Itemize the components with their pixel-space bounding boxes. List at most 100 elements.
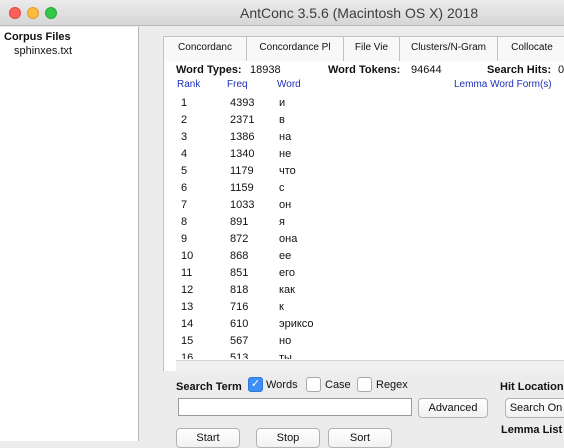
- title-bar: AntConc 3.5.6 (Macintosh OS X) 2018: [0, 0, 564, 26]
- tab-concordance-plot[interactable]: Concordance Pl: [247, 37, 344, 62]
- rank-cell: 7: [181, 199, 188, 211]
- word-cell: я: [279, 216, 285, 228]
- word-cell: с: [279, 182, 285, 194]
- table-row[interactable]: 10 868 ее: [176, 248, 564, 265]
- regex-checkbox[interactable]: [357, 377, 372, 392]
- table-row[interactable]: 4 1340 не: [176, 146, 564, 163]
- checkmark-icon: ✓: [250, 378, 261, 390]
- freq-cell: 868: [230, 250, 249, 262]
- word-cell: эриксо: [279, 318, 314, 330]
- table-row[interactable]: 1 4393 и: [176, 95, 564, 112]
- column-header-word[interactable]: Word: [277, 79, 301, 90]
- word-cell: ее: [279, 250, 292, 262]
- rank-cell: 14: [181, 318, 194, 330]
- tab-concordance[interactable]: Concordanc: [164, 37, 247, 62]
- word-cell: его: [279, 267, 296, 279]
- case-checkbox-label: Case: [325, 379, 351, 391]
- corpus-file-item[interactable]: sphinxes.txt: [14, 45, 72, 57]
- table-row[interactable]: 6 1159 с: [176, 180, 564, 197]
- rank-cell: 15: [181, 335, 194, 347]
- window-title: AntConc 3.5.6 (Macintosh OS X) 2018: [240, 5, 479, 21]
- freq-cell: 1033: [230, 199, 255, 211]
- rank-cell: 1: [181, 97, 188, 109]
- corpus-files-header: Corpus Files: [4, 31, 71, 43]
- rank-cell: 11: [181, 267, 193, 279]
- table-row[interactable]: 3 1386 на: [176, 129, 564, 146]
- table-row[interactable]: 13 716 к: [176, 299, 564, 316]
- table-row[interactable]: 7 1033 он: [176, 197, 564, 214]
- freq-cell: 610: [230, 318, 249, 330]
- word-cell: ты: [279, 352, 292, 359]
- sort-button[interactable]: Sort: [328, 428, 392, 448]
- column-header-rank[interactable]: Rank: [177, 79, 200, 90]
- column-header-lemma[interactable]: Lemma Word Form(s): [454, 79, 552, 90]
- freq-cell: 567: [230, 335, 249, 347]
- word-types-label: Word Types:: [176, 64, 242, 76]
- table-row[interactable]: 2 2371 в: [176, 112, 564, 129]
- table-row[interactable]: 9 872 она: [176, 231, 564, 248]
- table-row[interactable]: 14 610 эриксо: [176, 316, 564, 333]
- zoom-window-button[interactable]: [45, 7, 57, 19]
- rank-cell: 5: [181, 165, 188, 177]
- freq-cell: 513: [230, 352, 249, 359]
- regex-checkbox-label: Regex: [376, 379, 408, 391]
- search-hits-label: Search Hits:: [487, 64, 552, 76]
- word-tokens-value: 94644: [411, 64, 442, 76]
- corpus-files-panel: Corpus Files sphinxes.txt: [0, 27, 139, 441]
- word-cell: что: [279, 165, 296, 177]
- freq-cell: 1179: [230, 165, 254, 177]
- word-cell: не: [279, 148, 292, 160]
- minimize-window-button[interactable]: [27, 7, 39, 19]
- tab-clusters-ngrams[interactable]: Clusters/N-Gram: [400, 37, 498, 62]
- freq-cell: 1340: [230, 148, 255, 160]
- word-cell: но: [279, 335, 292, 347]
- horizontal-scrollbar[interactable]: [176, 360, 564, 372]
- rank-cell: 16: [181, 352, 194, 359]
- freq-cell: 2371: [230, 114, 255, 126]
- table-row[interactable]: 5 1179 что: [176, 163, 564, 180]
- rank-cell: 12: [181, 284, 194, 296]
- freq-cell: 851: [230, 267, 249, 279]
- words-checkbox-label: Words: [266, 379, 298, 391]
- table-row[interactable]: 16 513 ты: [176, 350, 564, 359]
- word-cell: и: [279, 97, 286, 109]
- search-only-button[interactable]: Search On: [505, 398, 564, 418]
- start-button[interactable]: Start: [176, 428, 240, 448]
- word-cell: на: [279, 131, 292, 143]
- search-term-label: Search Term: [176, 381, 242, 393]
- word-cell: как: [279, 284, 295, 296]
- close-window-button[interactable]: [9, 7, 21, 19]
- word-cell: он: [279, 199, 292, 211]
- table-row[interactable]: 8 891 я: [176, 214, 564, 231]
- freq-cell: 716: [230, 301, 249, 313]
- rank-cell: 3: [181, 131, 188, 143]
- search-term-input[interactable]: [178, 398, 412, 416]
- case-checkbox[interactable]: [306, 377, 321, 392]
- hit-location-label: Hit Location: [500, 381, 564, 393]
- freq-cell: 891: [230, 216, 249, 228]
- word-types-value: 18938: [250, 64, 281, 76]
- rank-cell: 8: [181, 216, 188, 228]
- freq-cell: 818: [230, 284, 249, 296]
- table-row[interactable]: 12 818 как: [176, 282, 564, 299]
- rank-cell: 2: [181, 114, 188, 126]
- rank-cell: 6: [181, 182, 188, 194]
- tool-tabs: Concordanc Concordance Pl File Vie Clust…: [163, 36, 564, 62]
- tab-file-view[interactable]: File Vie: [344, 37, 400, 62]
- word-cell: она: [279, 233, 298, 245]
- rank-cell: 10: [181, 250, 194, 262]
- rank-cell: 9: [181, 233, 188, 245]
- lemma-list-label: Lemma List: [501, 424, 563, 436]
- freq-cell: 872: [230, 233, 249, 245]
- stop-button[interactable]: Stop: [256, 428, 320, 448]
- table-row[interactable]: 15 567 но: [176, 333, 564, 350]
- word-list-table: 1 4393 и 2 2371 в 3 1386 на 4 1340 не 5 1179 что 6…: [176, 95, 564, 359]
- freq-cell: 4393: [230, 97, 255, 109]
- words-checkbox[interactable]: ✓: [248, 377, 263, 392]
- advanced-button[interactable]: Advanced: [418, 398, 488, 418]
- freq-cell: 1386: [230, 131, 255, 143]
- tab-collocates[interactable]: Collocate: [498, 37, 564, 62]
- column-header-freq[interactable]: Freq: [227, 79, 248, 90]
- word-cell: в: [279, 114, 285, 126]
- table-row[interactable]: 11 851 его: [176, 265, 564, 282]
